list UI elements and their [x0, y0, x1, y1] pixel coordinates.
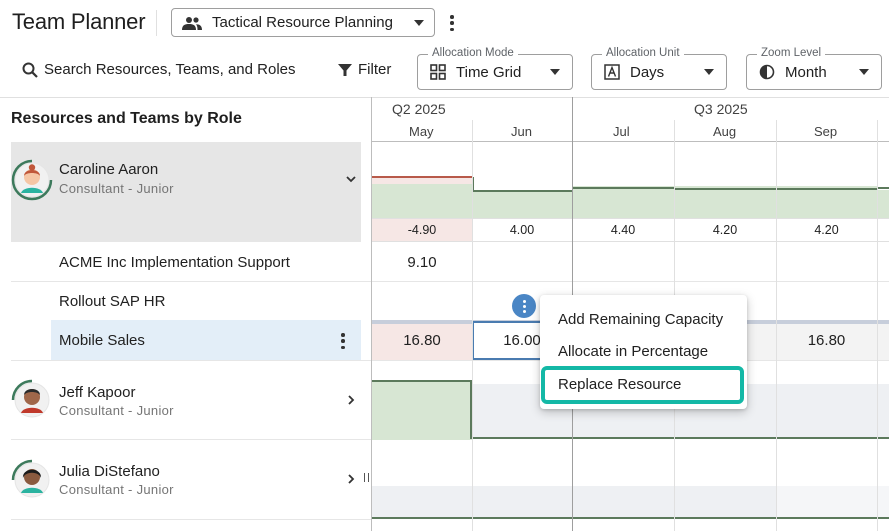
row-divider: [11, 281, 371, 282]
allocation-band: [372, 380, 472, 440]
menu-item-highlight: [541, 366, 744, 404]
availability-band: [372, 486, 776, 518]
people-icon: [182, 16, 202, 30]
search-button[interactable]: Search Resources, Teams, and Roles: [22, 61, 296, 78]
capacity-line: [877, 187, 889, 189]
capacity-line: [372, 517, 889, 519]
column-gridline: [472, 120, 473, 531]
allocation-mode-select[interactable]: Allocation Mode Time Grid: [417, 47, 573, 90]
allocation-band: [472, 190, 889, 218]
remaining-capacity-value: -4.90: [407, 223, 437, 237]
avatar: [11, 379, 50, 418]
resource-name: Caroline Aaron: [59, 161, 159, 178]
task-label-mobile-sales[interactable]: Mobile Sales: [59, 332, 145, 349]
zoom-level-select[interactable]: Zoom Level Month: [746, 47, 882, 90]
timeline-header: [372, 97, 889, 142]
chevron-right-icon[interactable]: [345, 473, 357, 485]
month-label: Jul: [613, 124, 630, 139]
more-options-icon[interactable]: [446, 13, 458, 33]
plan-selector-label: Tactical Resource Planning: [212, 14, 393, 31]
avatar: [11, 459, 50, 498]
chevron-right-icon[interactable]: [345, 394, 357, 406]
unit-letter-icon: [604, 64, 620, 80]
title-divider: [156, 10, 157, 36]
remaining-capacity-value: 4.00: [509, 223, 535, 237]
month-label: Aug: [713, 124, 737, 139]
search-icon: [22, 62, 38, 78]
allocation-cell[interactable]: 16.80: [372, 332, 472, 349]
resource-panel-title: Resources and Teams by Role: [11, 110, 242, 127]
remaining-capacity-value: 4.20: [814, 223, 839, 237]
remaining-capacity-value: 4.20: [712, 223, 738, 237]
page-title: Team Planner: [12, 9, 146, 34]
allocation-band: [372, 184, 472, 218]
row-divider: [372, 218, 889, 219]
resource-row-julia-distefano[interactable]: Julia DiStefano Consultant - Junior: [11, 440, 361, 520]
month-label: Sep: [814, 124, 838, 139]
allocation-unit-value: Days: [630, 63, 665, 81]
quarter-label: Q2 2025: [392, 101, 446, 117]
resource-row-jeff-kapoor[interactable]: Jeff Kapoor Consultant - Junior: [11, 361, 361, 439]
row-more-options-icon[interactable]: [340, 333, 346, 349]
filter-label: Filter: [358, 61, 392, 78]
grid-icon: [430, 64, 446, 80]
allocation-unit-select[interactable]: Allocation Unit Days: [591, 47, 727, 90]
task-label-rollout-sap-hr[interactable]: Rollout SAP HR: [59, 293, 165, 310]
column-gridline: [776, 120, 777, 531]
resource-role: Consultant - Junior: [59, 482, 174, 497]
month-label: May: [409, 124, 434, 139]
resource-role: Consultant - Junior: [59, 403, 174, 418]
allocation-cell[interactable]: 16.80: [776, 332, 877, 349]
capacity-line: [372, 380, 472, 382]
menu-item-allocate-in-percentage[interactable]: Allocate in Percentage: [558, 343, 708, 360]
row-divider: [11, 519, 371, 520]
allocation-mode-legend: Allocation Mode: [428, 47, 518, 59]
capacity-line: [472, 190, 572, 192]
menu-item-add-remaining-capacity[interactable]: Add Remaining Capacity: [558, 311, 723, 328]
search-label: Search Resources, Teams, and Roles: [44, 61, 296, 78]
month-label: Jun: [511, 124, 532, 139]
over-allocation-line: [372, 176, 472, 178]
row-divider: [372, 281, 889, 282]
quarter-label: Q3 2025: [694, 101, 748, 117]
column-gridline: [877, 120, 878, 531]
avatar: [11, 159, 53, 201]
allocation-unit-legend: Allocation Unit: [602, 47, 684, 59]
panel-divider: [371, 97, 372, 531]
resource-name: Jeff Kapoor: [59, 384, 136, 401]
zoom-level-legend: Zoom Level: [757, 47, 826, 59]
allocation-cell[interactable]: 9.10: [372, 254, 472, 271]
task-label-acme[interactable]: ACME Inc Implementation Support: [59, 254, 290, 271]
allocation-mode-value: Time Grid: [456, 63, 522, 81]
chevron-down-icon: [704, 69, 714, 75]
resource-row-caroline-aaron[interactable]: Caroline Aaron Consultant - Junior: [11, 142, 361, 242]
filter-icon: [338, 63, 352, 76]
chevron-down-icon: [550, 69, 560, 75]
cell-actions-icon[interactable]: [512, 294, 536, 318]
chevron-down-icon: [414, 19, 424, 26]
row-divider: [372, 241, 889, 242]
resource-role: Consultant - Junior: [59, 181, 174, 196]
capacity-line: [470, 437, 889, 439]
chevron-down-icon[interactable]: [345, 173, 357, 185]
availability-band: [776, 486, 889, 518]
resource-name: Julia DiStefano: [59, 463, 160, 480]
chevron-down-icon: [859, 69, 869, 75]
remaining-capacity-value: 4.40: [610, 223, 636, 237]
panel-resize-handle[interactable]: [364, 473, 369, 482]
zoom-dial-icon: [759, 64, 775, 80]
filter-button[interactable]: Filter: [338, 61, 391, 78]
resource-panel-header: Resources and Teams by Role: [0, 97, 371, 142]
plan-selector[interactable]: Tactical Resource Planning: [171, 8, 435, 37]
zoom-level-value: Month: [785, 63, 827, 81]
capacity-line: [572, 187, 674, 189]
